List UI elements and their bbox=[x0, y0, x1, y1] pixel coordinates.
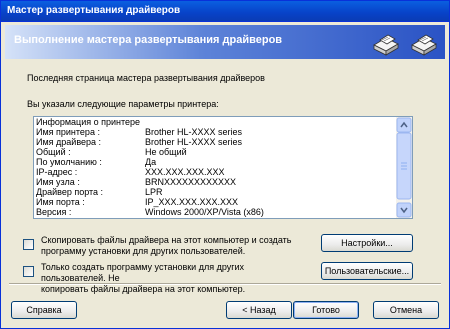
info-value: LPR bbox=[145, 187, 163, 197]
info-header-text: Информация о принтере bbox=[36, 117, 141, 127]
params-label: Вы указали следующие параметры принтера: bbox=[27, 99, 219, 109]
info-value: Windows 2000/XP/Vista (x86) bbox=[145, 207, 264, 217]
window-title: Мастер развертывания драйверов bbox=[7, 5, 181, 16]
only-create-line2: копировать файлы драйвера на этот компью… bbox=[41, 284, 246, 294]
only-create-label[interactable]: Только создать программу установки для д… bbox=[41, 262, 311, 295]
custom-button[interactable]: Пользовательские... bbox=[321, 262, 413, 280]
info-key: Версия : bbox=[36, 207, 72, 217]
footer-separator bbox=[9, 283, 441, 285]
printer-icon bbox=[373, 34, 399, 56]
info-key: Имя драйвера : bbox=[36, 137, 102, 147]
info-value: Не общий bbox=[145, 147, 187, 157]
info-key: IP-адрес : bbox=[36, 167, 78, 177]
printer-info-box[interactable]: Информация о принтере Имя принтера : Brot… bbox=[33, 116, 413, 219]
info-value: Brother HL-XXXX series bbox=[145, 127, 243, 137]
banner-title: Выполнение мастера развертывания драйвер… bbox=[14, 34, 283, 46]
settings-button[interactable]: Настройки... bbox=[321, 234, 413, 252]
wizard-banner: Выполнение мастера развертывания драйвер… bbox=[5, 25, 445, 59]
cancel-button[interactable]: Отмена bbox=[373, 301, 439, 319]
info-key: Драйвер порта : bbox=[36, 187, 104, 197]
back-button[interactable]: < Назад bbox=[226, 301, 292, 319]
info-header: Информация о принтере bbox=[36, 117, 140, 127]
info-value: Brother HL-XXXX series bbox=[145, 137, 243, 147]
copy-files-line2: программу установки для других пользоват… bbox=[41, 246, 246, 256]
info-key: Общий : bbox=[36, 147, 71, 157]
vertical-scrollbar[interactable] bbox=[396, 117, 412, 218]
info-value: IP_XXX.XXX.XXX.XXX bbox=[145, 197, 239, 207]
info-value: BRNXXXXXXXXXXXX bbox=[145, 177, 237, 187]
printer-icon bbox=[411, 34, 437, 56]
only-create-checkbox[interactable] bbox=[23, 266, 34, 277]
info-key: Имя узла : bbox=[36, 177, 80, 187]
info-key: Имя порта : bbox=[36, 197, 85, 207]
last-page-text: Последняя страница мастера развертывания… bbox=[27, 73, 265, 83]
finish-button[interactable]: Готово bbox=[293, 301, 359, 319]
info-value: Да bbox=[145, 157, 157, 167]
info-value: XXX.XXX.XXX.XXX bbox=[145, 167, 225, 177]
copy-files-label[interactable]: Скопировать файлы драйвера на этот компь… bbox=[41, 235, 311, 257]
info-key: Имя принтера : bbox=[36, 127, 100, 137]
info-key: По умолчанию : bbox=[36, 157, 102, 167]
only-create-line1: Только создать программу установки для д… bbox=[41, 262, 245, 283]
wizard-window: Мастер развертывания драйверов Выполнени… bbox=[0, 0, 450, 329]
title-bar[interactable]: Мастер развертывания драйверов bbox=[1, 1, 449, 22]
help-button[interactable]: Справка bbox=[11, 301, 77, 319]
copy-files-line1: Скопировать файлы драйвера на этот компь… bbox=[41, 235, 292, 245]
copy-files-checkbox[interactable] bbox=[23, 239, 34, 250]
